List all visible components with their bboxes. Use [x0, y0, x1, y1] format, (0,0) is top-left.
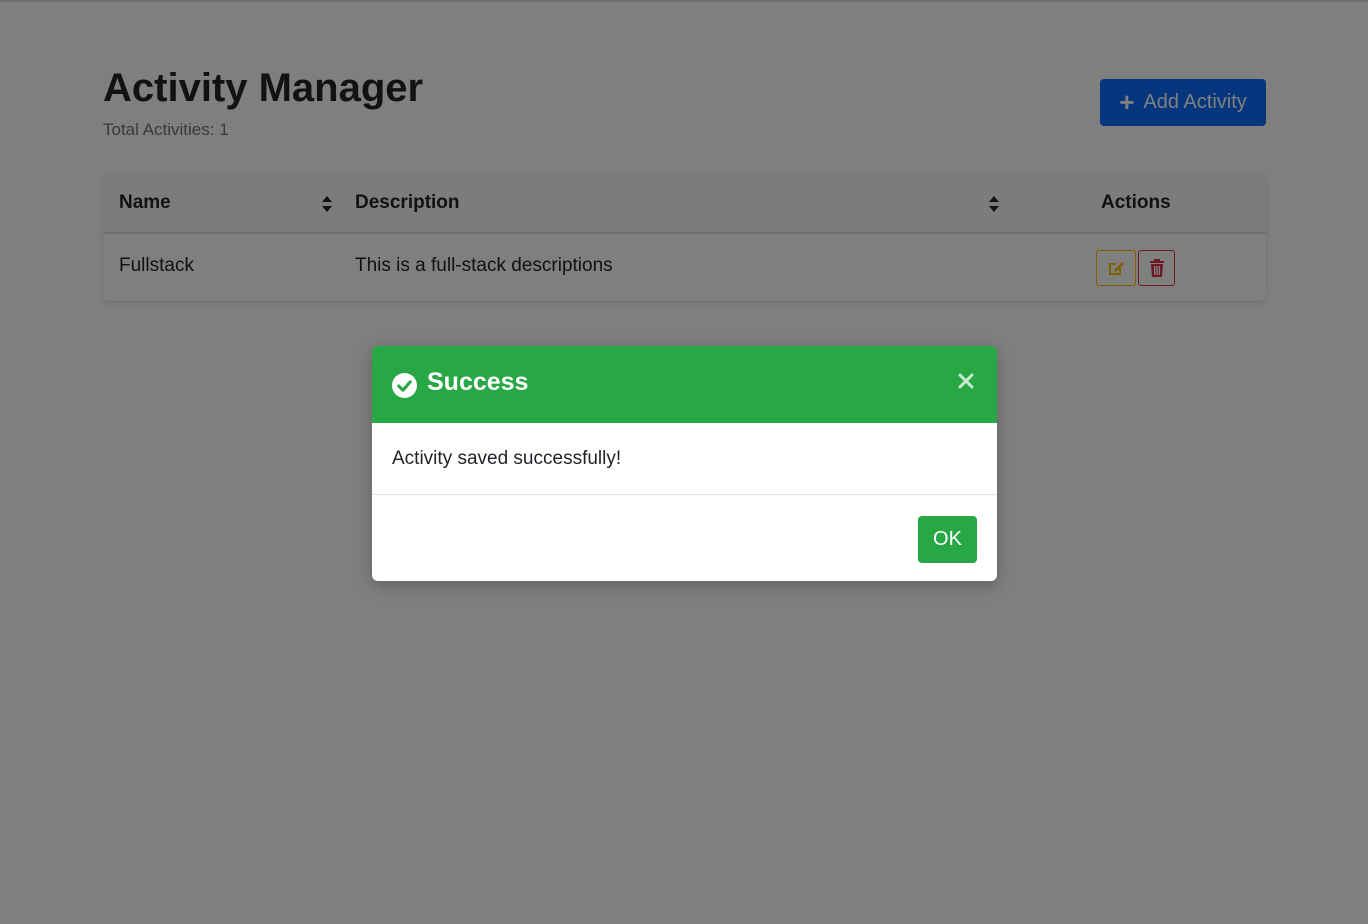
- modal-header: Success: [372, 346, 997, 423]
- close-icon[interactable]: [957, 372, 975, 390]
- modal-body: Activity saved successfully!: [372, 423, 997, 495]
- page: Activity Manager Total Activities: 1 + A…: [0, 0, 1368, 924]
- modal-message: Activity saved successfully!: [392, 448, 622, 469]
- ok-button[interactable]: OK: [918, 516, 977, 563]
- modal-title: Success: [427, 368, 529, 396]
- check-circle-icon: [392, 373, 417, 398]
- success-modal: Success Activity saved successfully! OK: [372, 346, 997, 581]
